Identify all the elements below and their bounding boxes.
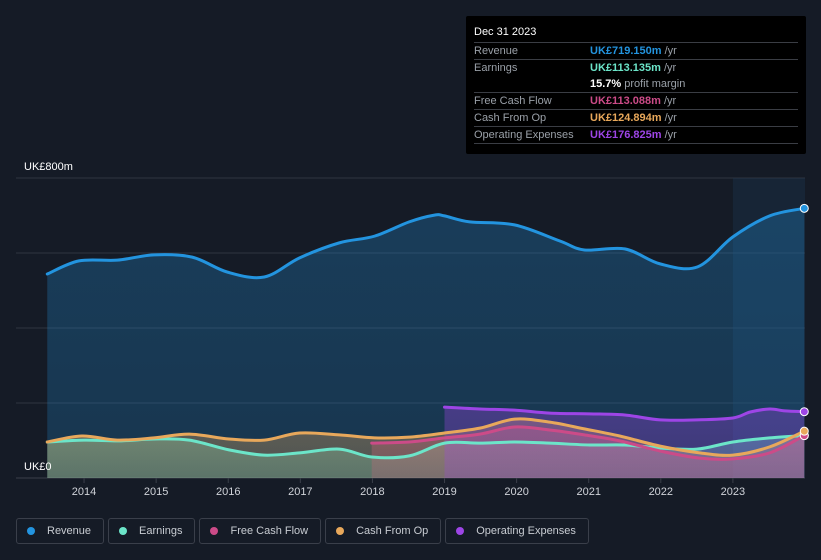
- legend-label: Revenue: [47, 525, 92, 537]
- legend-item-operating-expenses[interactable]: Operating Expenses: [445, 518, 589, 544]
- tooltip-row-revenue: Revenue UK£719.150m/yr: [474, 43, 798, 60]
- legend-label: Operating Expenses: [476, 525, 576, 537]
- tooltip-unit: /yr: [664, 112, 677, 124]
- tooltip-date: Dec 31 2023: [474, 24, 798, 43]
- y-axis-min-label: UK£0: [24, 461, 52, 473]
- tooltip-label: Revenue: [474, 45, 519, 57]
- tooltip-unit: /yr: [663, 62, 677, 74]
- x-tick-label: 2023: [721, 486, 745, 498]
- tooltip-row-profit-margin: 15.7% profit margin: [474, 76, 798, 93]
- tooltip-unit: profit margin: [624, 78, 686, 90]
- tooltip-unit: /yr: [664, 45, 677, 57]
- tooltip-row-cash-from-op: Cash From Op UK£124.894m/yr: [474, 110, 798, 127]
- legend-dot-icon: [27, 527, 35, 535]
- x-tick-label: 2015: [144, 486, 168, 498]
- cash-from-op-end-marker: [799, 426, 809, 436]
- revenue-end-marker: [799, 203, 809, 213]
- tooltip-value: UK£113.088m: [590, 95, 661, 107]
- legend-dot-icon: [336, 527, 345, 535]
- tooltip-row-earnings: Earnings UK£113.135m/yr: [474, 60, 798, 76]
- x-tick-label: 2021: [576, 486, 600, 498]
- tooltip-row-operating-expenses: Operating Expenses UK£176.825m/yr: [474, 127, 798, 144]
- x-tick-label: 2020: [504, 486, 528, 498]
- tooltip-unit: /yr: [663, 95, 677, 107]
- legend-dot-icon: [119, 527, 128, 535]
- tooltip-unit: /yr: [664, 129, 677, 141]
- tooltip-value: 15.7%: [590, 78, 622, 90]
- legend-label: Cash From Op: [356, 525, 429, 537]
- tooltip-label: Free Cash Flow: [474, 95, 552, 107]
- tooltip-row-free-cash-flow: Free Cash Flow UK£113.088m/yr: [474, 93, 798, 110]
- tooltip-label: [474, 76, 590, 92]
- x-tick-label: 2019: [432, 486, 456, 498]
- tooltip-value: UK£719.150m: [590, 45, 662, 57]
- legend-label: Earnings: [139, 525, 183, 537]
- tooltip-value: UK£124.894m: [590, 112, 662, 124]
- legend-item-cash-from-op[interactable]: Cash From Op: [325, 518, 442, 544]
- x-tick-label: 2016: [216, 486, 240, 498]
- legend-item-free-cash-flow[interactable]: Free Cash Flow: [199, 518, 322, 544]
- legend-dot-icon: [456, 527, 465, 535]
- legend-item-revenue[interactable]: Revenue: [16, 518, 105, 544]
- tooltip-value: UK£113.135m: [590, 62, 661, 74]
- x-tick-label: 2017: [288, 486, 312, 498]
- tooltip-label: Earnings: [474, 62, 518, 74]
- x-axis: 2014 2015 2016 2017 2018 2019 2020 2021 2022 2023: [72, 478, 745, 498]
- x-tick-label: 2014: [72, 486, 96, 498]
- y-axis-max-label: UK£800m: [24, 161, 73, 173]
- tooltip-value: UK£176.825m: [590, 129, 662, 141]
- tooltip: Dec 31 2023 Revenue UK£719.150m/yr Earning…: [466, 16, 806, 154]
- x-tick-label: 2022: [649, 486, 673, 498]
- operating-expenses-end-marker: [799, 407, 809, 417]
- legend-dot-icon: [210, 527, 219, 535]
- legend-label: Free Cash Flow: [230, 525, 309, 537]
- x-tick-label: 2018: [360, 486, 384, 498]
- tooltip-label: Operating Expenses: [474, 129, 574, 141]
- legend-item-earnings[interactable]: Earnings: [108, 518, 196, 544]
- tooltip-label: Cash From Op: [474, 112, 547, 124]
- legend: Revenue Earnings Free Cash Flow Cash From O…: [16, 518, 589, 544]
